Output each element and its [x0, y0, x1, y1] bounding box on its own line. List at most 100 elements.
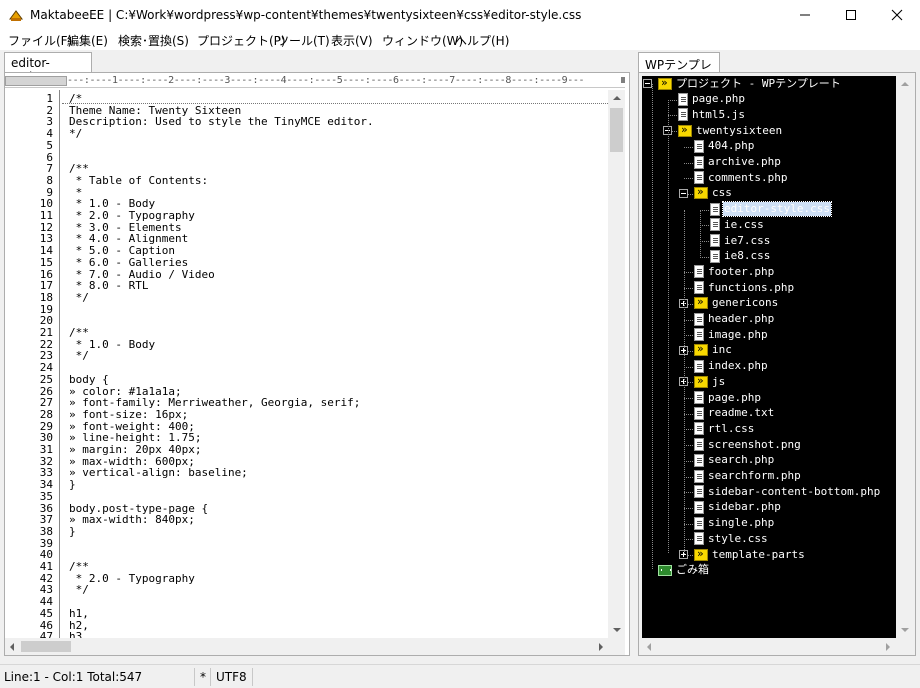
close-button[interactable]	[874, 0, 920, 30]
menu-search-replace[interactable]: 検索･置換(S)	[118, 32, 189, 49]
tree-item[interactable]: template-parts	[694, 547, 806, 562]
scroll-down-arrow-icon[interactable]	[901, 628, 909, 632]
scroll-left-arrow-icon[interactable]	[647, 643, 651, 651]
tree-item[interactable]: page.php	[678, 92, 746, 107]
tree-item[interactable]: page.php	[694, 390, 762, 405]
file-icon	[694, 155, 704, 169]
code-line: * 6.0 - Galleries	[69, 255, 189, 269]
tree-item[interactable]: comments.php	[694, 170, 788, 185]
tree-item[interactable]: footer.php	[694, 264, 775, 279]
maximize-button[interactable]	[828, 0, 874, 30]
tree-horizontal-scrollbar[interactable]	[642, 638, 896, 655]
code-line: » font-size: 16px;	[69, 407, 189, 421]
scroll-thumb[interactable]	[21, 641, 71, 652]
code-line: » vertical-align: baseline;	[69, 466, 248, 480]
editor-horizontal-scrollbar[interactable]	[5, 638, 608, 655]
line-number: 31	[39, 443, 53, 456]
tab-wp-template[interactable]: WPテンプレート	[638, 52, 720, 89]
tree-item[interactable]: js	[694, 374, 726, 389]
minimize-button[interactable]	[782, 0, 828, 30]
tree-item[interactable]: searchform.php	[694, 469, 802, 484]
collapse-icon[interactable]	[679, 188, 688, 198]
menu-view[interactable]: 表示(V)	[331, 32, 373, 49]
editor-vertical-scrollbar[interactable]	[608, 90, 625, 638]
tree-item-label: ie7.css	[724, 233, 771, 247]
scroll-up-arrow-icon[interactable]	[901, 82, 909, 86]
code-line: */	[69, 127, 83, 141]
tree-item[interactable]: rtl.css	[694, 421, 755, 436]
file-icon	[694, 500, 704, 514]
tree-vertical-scrollbar[interactable]	[896, 76, 913, 638]
code-line: h1,	[69, 606, 89, 620]
menu-bar: ファイル(F) 編集(E) 検索･置換(S) プロジェクト(P) ツール(T) …	[0, 30, 920, 50]
tree-item[interactable]: editor-style.css	[710, 201, 832, 218]
line-number: 18	[39, 290, 53, 304]
tree-item[interactable]: ie7.css	[710, 233, 771, 248]
tree-item[interactable]: ie8.css	[710, 249, 771, 264]
tab-editor-style-css[interactable]: editor-style.css	[4, 52, 92, 84]
tree-guide-line	[700, 210, 701, 258]
tree-item[interactable]: index.php	[694, 359, 769, 374]
file-icon	[694, 438, 704, 452]
tree-item[interactable]: functions.php	[694, 280, 795, 295]
tree-item-label: ie8.css	[724, 249, 771, 263]
encoding-indicator[interactable]: UTF8	[216, 670, 247, 684]
tree-item[interactable]: html5.js	[678, 107, 746, 122]
tree-item[interactable]: inc	[694, 342, 733, 358]
tree-item-label: twentysixteen	[696, 123, 783, 137]
menu-edit[interactable]: 編集(E)	[67, 32, 108, 49]
project-tree[interactable]: プロジェクト - WPテンプレートpage.phphtml5.jstwentys…	[642, 76, 896, 638]
tree-item[interactable]: header.php	[694, 312, 775, 327]
file-icon	[694, 516, 704, 530]
tree-item[interactable]: readme.txt	[694, 406, 775, 421]
tree-connector	[684, 492, 693, 494]
trash-icon	[658, 564, 672, 576]
tree-item-label: index.php	[708, 359, 768, 373]
tree-item[interactable]: css	[694, 185, 733, 201]
scroll-right-arrow-icon[interactable]	[599, 643, 603, 651]
code-line: }	[69, 478, 76, 492]
tree-item-label: page.php	[692, 92, 745, 106]
tree-item[interactable]: search.php	[694, 453, 775, 468]
scroll-right-arrow-icon[interactable]	[886, 643, 890, 651]
tree-item[interactable]: sidebar-content-bottom.php	[694, 484, 881, 499]
tree-item[interactable]: 404.php	[694, 139, 755, 154]
tree-item[interactable]: screenshot.png	[694, 437, 802, 452]
tree-item[interactable]: genericons	[694, 295, 779, 311]
scroll-left-arrow-icon[interactable]	[10, 643, 14, 651]
tree-item[interactable]: image.php	[694, 327, 769, 342]
tree-item[interactable]: style.css	[694, 531, 769, 546]
file-icon	[694, 453, 704, 467]
tree-item-label: ごみ箱	[676, 563, 709, 577]
file-icon	[694, 359, 704, 373]
scroll-corner	[608, 638, 625, 655]
code-editor[interactable]: /* Theme Name: Twenty Sixteen Description:…	[62, 90, 608, 638]
tree-item[interactable]: archive.php	[694, 155, 782, 170]
line-number: 47	[39, 630, 53, 638]
tree-item[interactable]: sidebar.php	[694, 500, 782, 515]
scroll-up-arrow-icon[interactable]	[613, 96, 621, 100]
code-line: /**	[69, 326, 89, 339]
tree-guide-line	[684, 210, 685, 554]
collapse-icon[interactable]	[643, 79, 652, 88]
cursor-position: Line:1 - Col:1 Total:547	[4, 670, 143, 684]
tree-item[interactable]: プロジェクト - WPテンプレート	[658, 76, 842, 91]
scroll-down-arrow-icon[interactable]	[613, 628, 621, 632]
menu-help[interactable]: ヘルプ(H)	[455, 32, 509, 49]
tree-connector	[684, 507, 693, 509]
tree-item[interactable]: twentysixteen	[678, 123, 783, 138]
scroll-thumb[interactable]	[610, 108, 623, 152]
tree-item[interactable]: ie.css	[710, 217, 765, 232]
tree-item[interactable]: ごみ箱	[658, 563, 710, 578]
file-icon	[710, 202, 720, 216]
file-icon	[694, 391, 704, 404]
file-icon	[694, 265, 704, 279]
menu-project[interactable]: プロジェクト(P)	[197, 32, 286, 49]
line-number: 8	[46, 173, 53, 187]
menu-file[interactable]: ファイル(F)	[8, 32, 72, 49]
tree-item-label: search.php	[708, 453, 775, 467]
file-icon	[694, 469, 704, 483]
menu-window[interactable]: ウィンドウ(W)	[382, 32, 463, 49]
tree-item[interactable]: single.php	[694, 516, 775, 531]
menu-tools[interactable]: ツール(T)	[277, 32, 330, 49]
